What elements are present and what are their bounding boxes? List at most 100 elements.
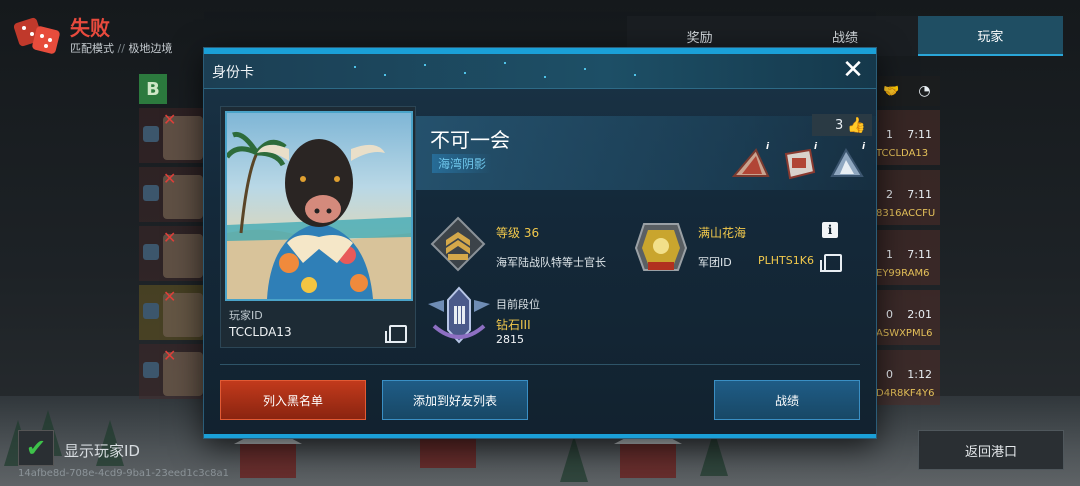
sparkle-decoration [504,62,506,64]
checkmark-icon: ✔ [25,434,47,462]
rank-icon [143,362,159,378]
player-id-value: EY99RAM6 [876,268,930,279]
thumbs-up-icon: 👍 [847,116,866,134]
player-id-value: TCCLDA13 [229,325,292,339]
team-badge: B [139,74,167,104]
tree-decoration [560,436,588,482]
tab-players[interactable]: 玩家 [917,16,1063,56]
list-item[interactable]: ✕ [139,285,209,340]
session-id: 14afbe8d-708e-4cd9-9ba1-23eed1c3c8a1 [18,468,229,479]
player-level: 等级 36 [496,226,540,240]
like-counter[interactable]: 3 👍 [812,114,872,136]
tier-name: 钻石III [496,318,531,332]
table-row[interactable]: 2 7:11 8316ACCFU [874,170,940,225]
sparkle-decoration [464,72,466,74]
medal-badge-icon[interactable] [780,146,818,180]
like-count: 3 [835,117,844,133]
player-name: 不可一会 [430,128,510,152]
dialog-bottom-bar [204,434,876,438]
list-item[interactable]: ✕ [139,167,209,222]
clock-icon: ◔ [918,83,931,99]
add-friend-button[interactable]: 添加到好友列表 [382,380,528,420]
dialog-title: 身份卡 [212,65,254,81]
eliminated-icon: ✕ [163,110,177,129]
handshake-icon: 🤝 [883,83,900,99]
tier-label: 目前段位 [496,298,540,311]
eliminated-icon: ✕ [163,346,177,365]
eliminated-icon: ✕ [163,287,177,306]
kills-value: 0 [886,368,893,381]
medal-info-icon[interactable]: i [766,142,769,152]
player-id-value: D4R8KF4Y6 [876,388,935,399]
show-player-id-checkbox[interactable]: ✔ [18,430,54,466]
result-title: 失败 [70,16,110,40]
legion-name: 满山花海 [698,226,747,240]
match-mode-line: 匹配模式 // 极地边境 [70,40,172,56]
sparkle-decoration [544,76,546,78]
table-row[interactable]: 0 1:12 D4R8KF4Y6 [874,350,940,405]
copy-icon[interactable] [385,325,407,343]
team-player-list: B ✕ ✕ ✕ ✕ ✕ [139,74,209,399]
divider [220,364,860,365]
kills-value: 0 [886,308,893,321]
medal-triangle-icon[interactable] [732,146,770,180]
identity-card-dialog: 身份卡 ✕ 玩家ID TCCLDA13 不可一会 海湾阴影 3 👍 i i i … [204,48,876,438]
dice-icon [14,17,60,54]
sparkle-decoration [584,68,586,70]
kills-value: 2 [886,188,893,201]
medal-ship-icon[interactable] [828,146,866,180]
medal-info-icon[interactable]: i [814,142,817,152]
list-item[interactable]: ✕ [139,344,209,399]
map-name: 极地边境 [128,42,173,55]
diamond-tier-icon [428,286,490,344]
rank-chevron-icon [430,216,486,272]
stats-list: 1 7:11 TCCLDA13 2 7:11 8316ACCFU 1 7:11 … [874,110,940,410]
table-row[interactable]: 1 7:11 EY99RAM6 [874,230,940,285]
house-decoration [614,426,682,478]
kills-value: 1 [886,128,893,141]
match-mode: 匹配模式 [70,42,114,55]
rank-icon [143,185,159,201]
house-decoration [234,426,302,478]
house-decoration [414,416,482,468]
table-row[interactable]: 0 2:01 ASWXPML6 [874,290,940,345]
time-value: 7:11 [907,188,932,201]
mode-separator: // [117,42,125,55]
tier-score: 2815 [496,333,524,346]
list-item[interactable]: ✕ [139,108,209,163]
player-id-value: ASWXPML6 [876,328,933,339]
legion-info-icon[interactable]: i [822,222,838,238]
rank-icon [143,244,159,260]
eliminated-icon: ✕ [163,228,177,247]
table-row[interactable]: 1 7:11 TCCLDA13 [874,110,940,165]
legion-id-value: PLHTS1K6 [758,254,814,267]
sparkle-decoration [354,66,356,68]
rank-title: 海军陆战队特等士官长 [496,256,606,269]
bull-avatar-image [227,131,411,299]
time-value: 7:11 [907,248,932,261]
close-button[interactable]: ✕ [840,57,866,83]
show-player-id-label: 显示玩家ID [64,442,140,460]
battle-record-button[interactable]: 战绩 [714,380,860,420]
rank-icon [143,303,159,319]
stats-header: 🤝 ◔ [874,76,940,106]
list-item[interactable]: ✕ [139,226,209,281]
player-id-value: TCCLDA13 [876,148,929,159]
time-value: 7:11 [907,128,932,141]
dialog-header: 身份卡 ✕ [204,54,876,89]
sparkle-decoration [424,64,426,66]
avatar [225,111,413,301]
time-value: 1:12 [907,368,932,381]
eliminated-icon: ✕ [163,169,177,188]
copy-icon[interactable] [820,254,842,272]
kills-value: 1 [886,248,893,261]
blacklist-button[interactable]: 列入黑名单 [220,380,366,420]
legion-emblem-icon [634,223,688,271]
sparkle-decoration [384,74,386,76]
portrait-card: 玩家ID TCCLDA13 [220,106,416,348]
return-port-button[interactable]: 返回港口 [918,430,1064,470]
rank-icon [143,126,159,142]
legion-id-label: 军团ID [698,256,732,269]
player-id-label: 玩家ID [229,309,263,322]
medal-info-icon[interactable]: i [862,142,865,152]
